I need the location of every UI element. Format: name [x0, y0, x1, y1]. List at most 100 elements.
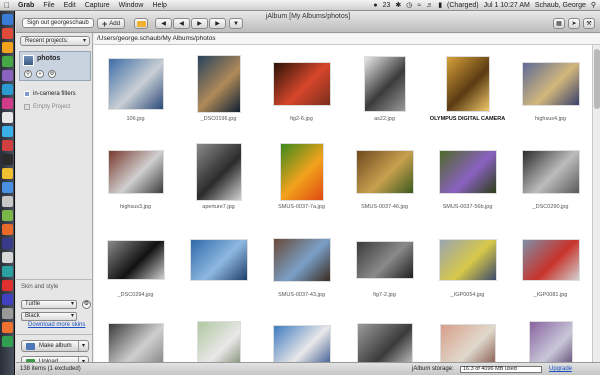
dock-app-icon[interactable]	[1, 322, 13, 333]
photo-thumbnail-tile[interactable]	[509, 313, 592, 362]
menu-window[interactable]: Window	[119, 2, 144, 9]
dock-app-icon[interactable]	[1, 210, 13, 221]
photo-image[interactable]	[438, 150, 497, 194]
add-button[interactable]: + Add	[97, 18, 125, 29]
battery-icon[interactable]: ▮	[438, 1, 442, 9]
menu-capture[interactable]: Capture	[85, 2, 110, 9]
photo-image[interactable]	[272, 238, 331, 282]
style-select[interactable]: Black	[21, 312, 77, 321]
dock-app-icon[interactable]	[1, 70, 13, 81]
menu-help[interactable]: Help	[153, 2, 167, 9]
photo-image[interactable]	[279, 143, 324, 201]
clock-icon[interactable]: ◷	[406, 1, 412, 9]
dock-app-icon[interactable]	[1, 28, 13, 39]
next-button[interactable]: ▶	[191, 18, 208, 29]
photo-image[interactable]	[189, 239, 248, 281]
dock-app-icon[interactable]	[1, 154, 13, 165]
dock-app-icon[interactable]	[1, 98, 13, 109]
vertical-scrollbar[interactable]	[592, 45, 600, 362]
menu-app-name[interactable]: Grab	[18, 2, 34, 9]
photo-thumbnail-tile[interactable]: _DSC0196.jpg	[177, 49, 260, 125]
photo-image[interactable]	[528, 321, 573, 362]
search-icon[interactable]: ⚲	[24, 70, 32, 78]
last-button[interactable]: ▶	[209, 18, 226, 29]
scrollbar-thumb[interactable]	[594, 49, 600, 109]
photo-image[interactable]	[107, 150, 164, 194]
photo-thumbnail-tile[interactable]: _IGP0081.jpg	[509, 225, 592, 301]
path-bar[interactable]: /Users/george.schaub/My Albums/photos	[94, 34, 600, 45]
status-badge[interactable]: 23	[383, 2, 391, 9]
photo-image[interactable]	[439, 324, 496, 362]
dock-app-icon[interactable]	[1, 294, 13, 305]
tree-item-empty-project[interactable]: Empty Project	[24, 104, 70, 110]
photo-thumbnail-tile[interactable]: SMUS-0037-43.jpg	[260, 225, 343, 301]
tree-item-in-camera-filters[interactable]: in-camera filters	[24, 91, 76, 97]
photo-thumbnail-tile[interactable]: SMUS-0037-56b.jpg	[426, 137, 509, 213]
dock-app-icon[interactable]	[1, 140, 13, 151]
photo-thumbnail-tile[interactable]: as22.jpg	[343, 49, 426, 125]
photo-image[interactable]	[521, 150, 580, 194]
photo-image[interactable]	[272, 325, 331, 362]
first-button[interactable]: ◀	[155, 18, 172, 29]
dock-app-icon[interactable]	[1, 336, 13, 347]
photo-image[interactable]	[356, 323, 413, 362]
photo-image[interactable]	[196, 55, 241, 113]
menu-user[interactable]: Schaub, George	[535, 2, 586, 9]
wifi-icon[interactable]: ≈	[417, 2, 421, 9]
dock-app-icon[interactable]	[1, 112, 13, 123]
photo-thumbnail-tile[interactable]: fig2-6.jpg	[260, 49, 343, 125]
photo-image[interactable]	[196, 321, 241, 362]
sign-out-button[interactable]: Sign out georgeschaub	[22, 18, 94, 28]
gear-icon[interactable]: ⚙	[48, 70, 56, 78]
photo-thumbnail-tile[interactable]: SMUS-0037-7a.jpg	[260, 137, 343, 213]
dock-app-icon[interactable]	[1, 14, 13, 25]
dock-app-icon[interactable]	[1, 266, 13, 277]
dock-app-icon[interactable]	[1, 126, 13, 137]
volume-icon[interactable]: ♬	[426, 2, 433, 9]
photo-thumbnail-tile[interactable]	[343, 313, 426, 362]
dock-app-icon[interactable]	[1, 238, 13, 249]
photo-thumbnail-tile[interactable]: SMUS-0037-46.jpg	[343, 137, 426, 213]
recent-projects-dropdown[interactable]: Recent projects:	[20, 36, 90, 46]
dock-app-icon[interactable]	[1, 252, 13, 263]
download-skins-link[interactable]: Download more skins	[28, 322, 85, 328]
photo-image[interactable]	[107, 323, 164, 362]
filter-button[interactable]: ▼	[229, 18, 243, 29]
photo-image[interactable]	[107, 58, 164, 110]
make-album-button[interactable]: Make album ▾	[21, 340, 89, 352]
spotlight-icon[interactable]: ⚲	[591, 1, 596, 9]
open-folder-button[interactable]	[134, 18, 148, 29]
bluetooth-icon[interactable]: ✱	[395, 1, 401, 9]
dock-app-icon[interactable]	[1, 308, 13, 319]
photo-thumbnail-tile[interactable]: OLYMPUS DIGITAL CAMERA	[426, 49, 509, 125]
settings-button[interactable]: ⚒	[583, 18, 595, 29]
photo-image[interactable]	[438, 239, 497, 281]
dock-app-icon[interactable]	[1, 84, 13, 95]
photo-image[interactable]	[521, 239, 580, 281]
dock-app-icon[interactable]	[1, 42, 13, 53]
photo-image[interactable]	[355, 241, 414, 279]
photo-image[interactable]	[363, 56, 406, 112]
status-menu-icon[interactable]: ●	[373, 2, 377, 9]
photo-image[interactable]	[355, 150, 414, 194]
project-item-photos[interactable]: photos ⚲ + ⚙	[19, 51, 91, 81]
photo-image[interactable]	[445, 56, 490, 112]
chevron-down-icon[interactable]: ▾	[78, 341, 88, 351]
menu-datetime[interactable]: Jul 1 10:27 AM	[484, 2, 530, 9]
menu-edit[interactable]: Edit	[64, 2, 76, 9]
photo-thumbnail-tile[interactable]: _DSC0294.jpg	[94, 225, 177, 301]
photo-thumbnail-tile[interactable]: _IGP0054.jpg	[426, 225, 509, 301]
photo-thumbnail-tile[interactable]	[426, 313, 509, 362]
photo-image[interactable]	[521, 62, 580, 106]
skin-settings-gear-icon[interactable]: ⚙	[82, 300, 91, 309]
dock-app-icon[interactable]	[1, 182, 13, 193]
photo-thumbnail-tile[interactable]: _DSC0290.jpg	[509, 137, 592, 213]
photo-thumbnail-tile[interactable]	[177, 313, 260, 362]
dock-app-icon[interactable]	[1, 56, 13, 67]
dock-app-icon[interactable]	[1, 168, 13, 179]
photo-thumbnail-tile[interactable]: aperture7.jpg	[177, 137, 260, 213]
photo-image[interactable]	[106, 240, 165, 280]
photo-image[interactable]	[195, 143, 242, 201]
photo-thumbnail-tile[interactable]: highsus3.jpg	[94, 137, 177, 213]
apple-menu-icon[interactable]: 	[4, 1, 12, 10]
